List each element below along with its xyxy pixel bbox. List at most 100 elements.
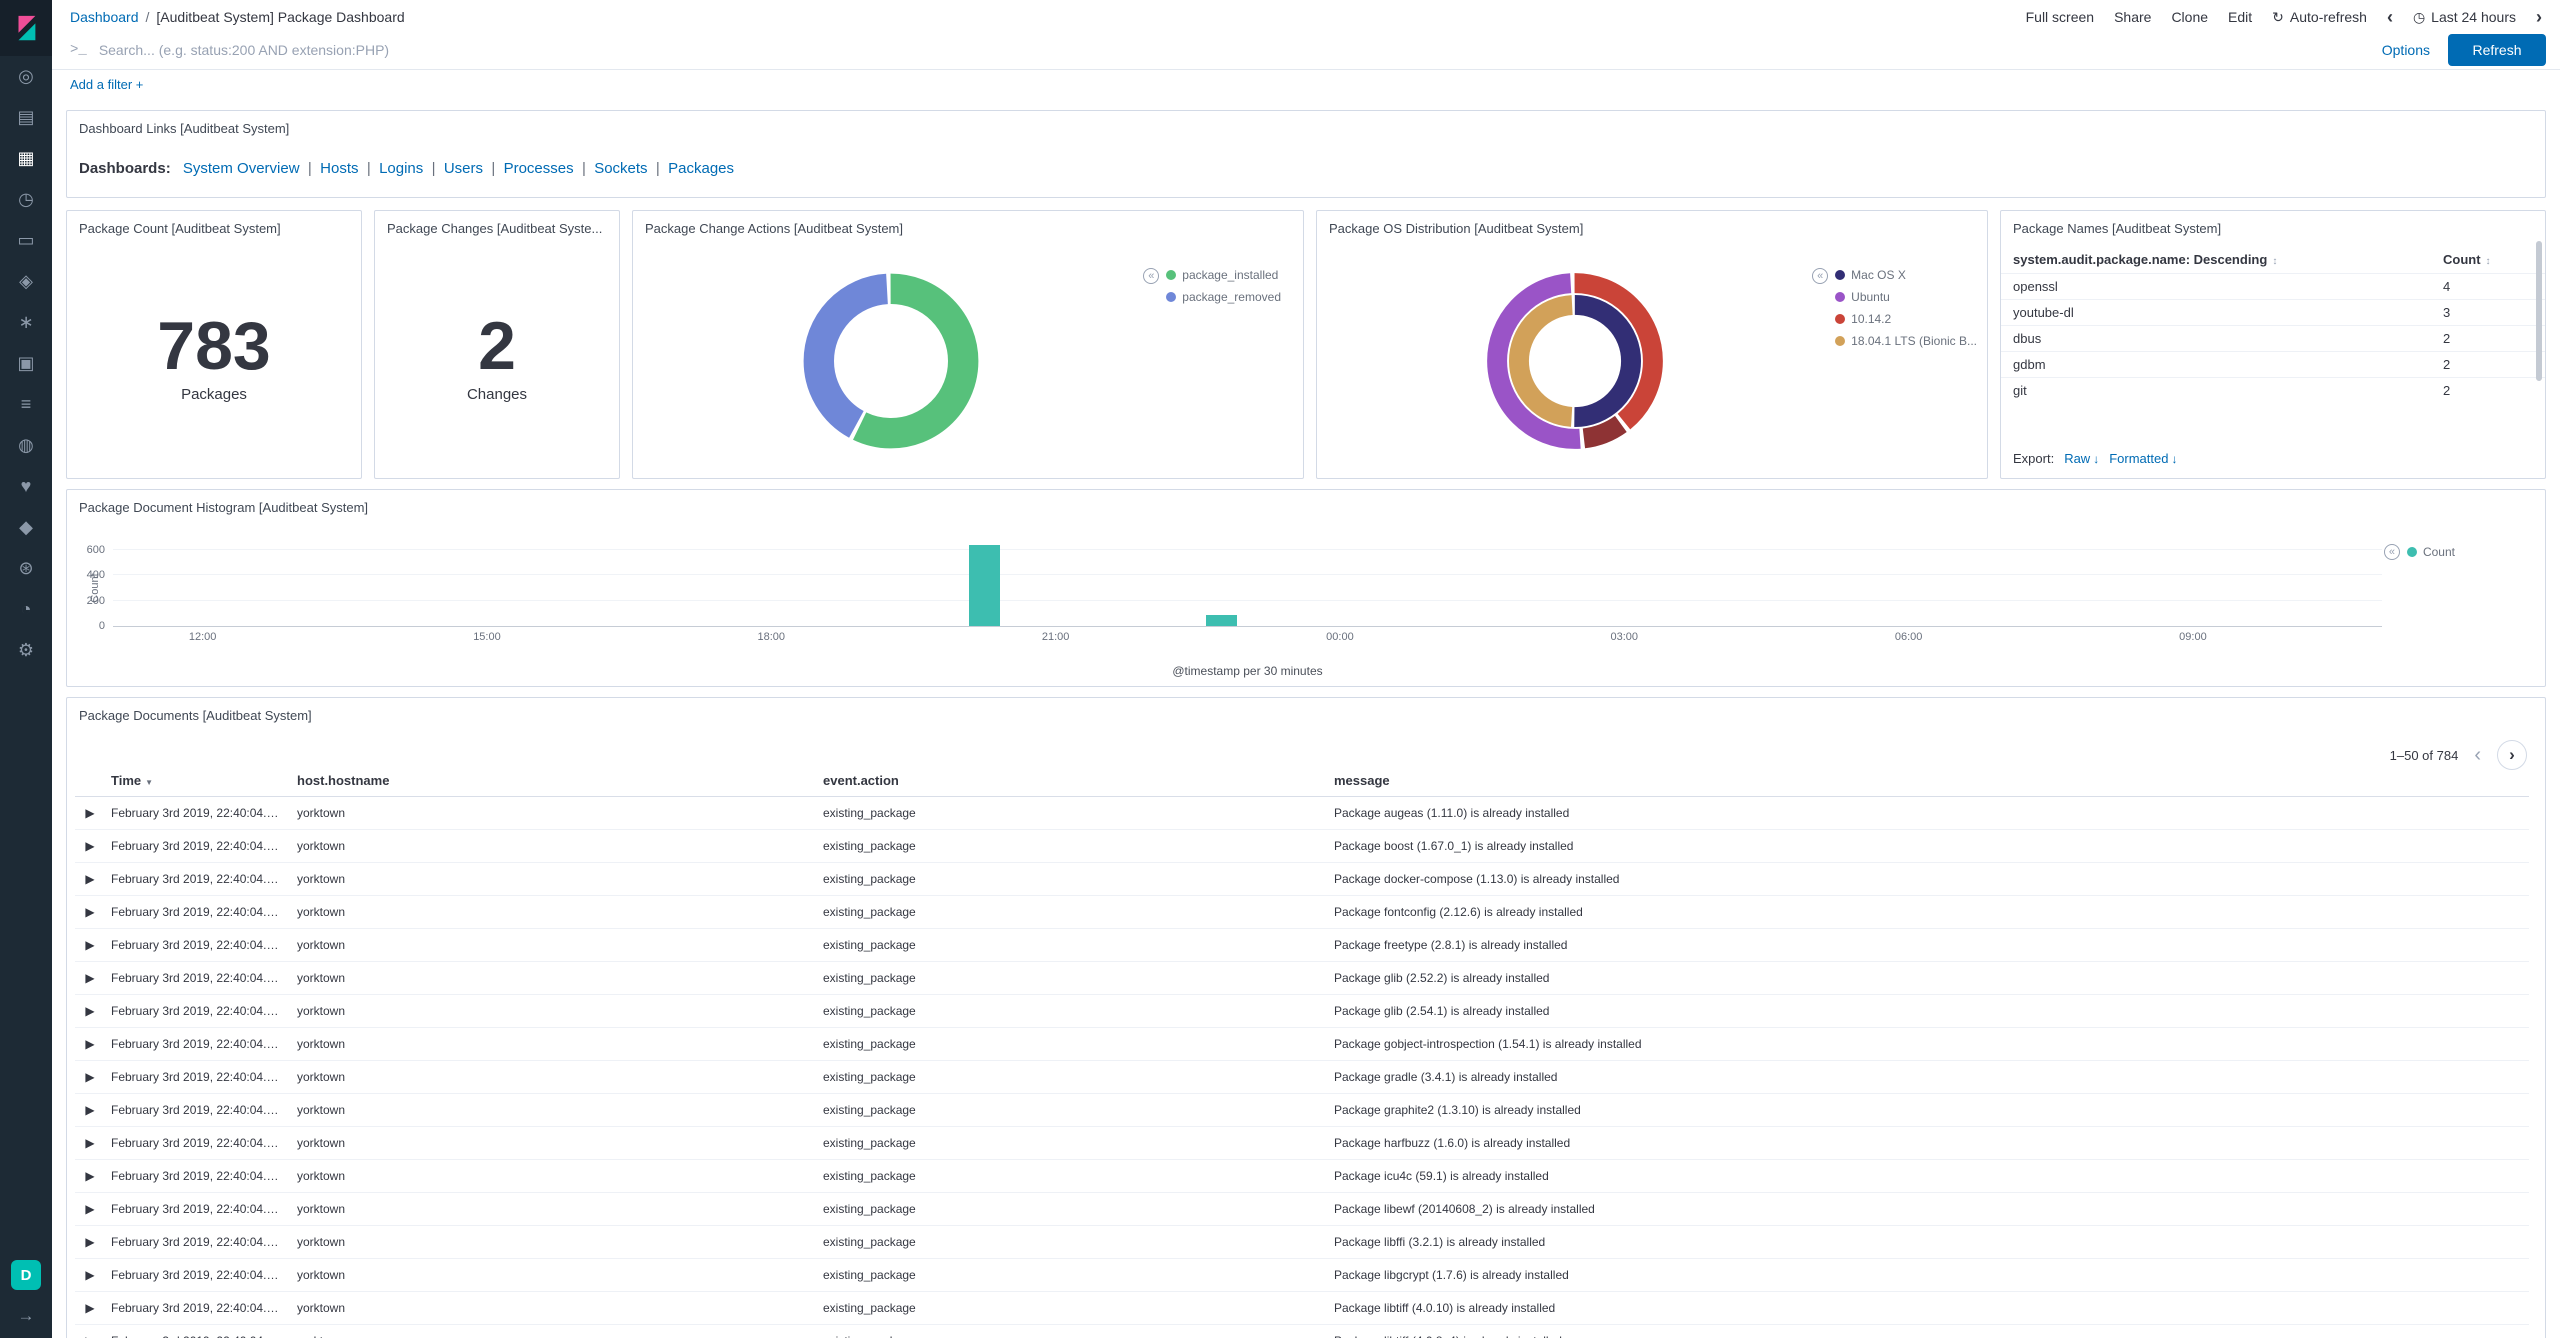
scrollbar-thumb[interactable] xyxy=(2536,241,2542,381)
dashboard-link-packages[interactable]: Packages xyxy=(668,160,734,177)
cell-hostname: yorktown xyxy=(291,994,817,1028)
time-forward-button[interactable]: › xyxy=(2536,8,2542,26)
legend-item-package-installed[interactable]: package_installed xyxy=(1166,268,1281,282)
legend-dot xyxy=(1835,270,1846,280)
package-name-row[interactable]: gdbm 2 xyxy=(2001,351,2545,377)
package-name-row[interactable]: dbus 2 xyxy=(2001,325,2545,351)
expand-row-button[interactable]: ▶ xyxy=(75,1159,105,1193)
dashboard-link-sockets[interactable]: Sockets xyxy=(594,160,668,177)
column-header-hostname[interactable]: host.hostname xyxy=(291,765,817,797)
expand-row-button[interactable]: ▶ xyxy=(75,1093,105,1127)
cell-hostname: yorktown xyxy=(291,1126,817,1160)
expand-row-button[interactable]: ▶ xyxy=(75,928,105,962)
expand-row-button[interactable]: ▶ xyxy=(75,829,105,863)
topmenu-clone[interactable]: Clone xyxy=(2171,9,2208,25)
legend-toggle-icon[interactable]: « xyxy=(1812,268,1829,284)
expand-row-button[interactable]: ▶ xyxy=(75,994,105,1028)
sidebar-item-graph[interactable]: ◆ xyxy=(0,507,52,548)
sidebar-item-logs[interactable]: ≡ xyxy=(0,384,52,425)
table-row: ▶ February 3rd 2019, 22:40:04.121 yorkto… xyxy=(75,862,2529,896)
pagination-next-button[interactable]: › xyxy=(2497,740,2527,770)
dashboard-link-processes[interactable]: Processes xyxy=(504,160,595,177)
export-formatted-link[interactable]: Formatted ↓ xyxy=(2109,451,2177,466)
histogram-bar[interactable] xyxy=(1206,614,1237,626)
legend-item-18-04-1-lts-bionic-b[interactable]: 18.04.1 LTS (Bionic B... xyxy=(1835,334,1977,348)
change-actions-donut-chart[interactable] xyxy=(796,266,986,456)
sidebar-item-apm[interactable]: ◍ xyxy=(0,425,52,466)
topmenu-share[interactable]: Share xyxy=(2114,9,2151,25)
legend-toggle-icon[interactable]: « xyxy=(2383,544,2400,560)
legend-item-count[interactable]: Count xyxy=(2406,545,2455,559)
options-link[interactable]: Options xyxy=(2382,42,2430,58)
sidebar-item-visualize[interactable]: ▤ xyxy=(0,97,52,138)
expand-row-button[interactable]: ▶ xyxy=(75,1291,105,1325)
legend-item-package-removed[interactable]: package_removed xyxy=(1166,290,1281,304)
sidebar-item-uptime[interactable]: ♥ xyxy=(0,466,52,507)
expand-row-button[interactable]: ▶ xyxy=(75,1324,105,1338)
expand-row-button[interactable]: ▶ xyxy=(75,1192,105,1226)
export-raw-link[interactable]: Raw ↓ xyxy=(2064,451,2099,466)
breadcrumb-dashboard-link[interactable]: Dashboard xyxy=(70,9,139,25)
expand-row-button[interactable]: ▶ xyxy=(75,1225,105,1259)
sidebar-item-monitoring[interactable]: ◔ xyxy=(0,589,52,630)
time-range-button[interactable]: ◷ Last 24 hours xyxy=(2413,9,2516,26)
sidebar-item-canvas[interactable]: ▭ xyxy=(0,220,52,261)
cell-time: February 3rd 2019, 22:40:04.121 xyxy=(105,1093,291,1127)
x-tick-label: 00:00 xyxy=(1326,631,1354,643)
legend-item-10-14-2[interactable]: 10.14.2 xyxy=(1835,312,1977,326)
topmenu-edit[interactable]: Edit xyxy=(2228,9,2252,25)
expand-row-button[interactable]: ▶ xyxy=(75,796,105,830)
legend-toggle-icon[interactable]: « xyxy=(1143,268,1160,284)
table-row: ▶ February 3rd 2019, 22:40:04.121 yorkto… xyxy=(75,1027,2529,1061)
app-icon: ⚙ xyxy=(17,640,35,660)
time-back-button[interactable]: ‹ xyxy=(2387,8,2393,26)
topmenu-full-screen[interactable]: Full screen xyxy=(2026,9,2094,25)
cell-time: February 3rd 2019, 22:40:04.121 xyxy=(105,1027,291,1061)
expand-row-button[interactable]: ▶ xyxy=(75,1258,105,1292)
expand-row-button[interactable]: ▶ xyxy=(75,1027,105,1061)
search-input[interactable] xyxy=(96,40,2364,59)
column-header-count[interactable]: Count ↕ xyxy=(2443,252,2533,267)
sidebar-item-infrastructure[interactable]: ▣ xyxy=(0,343,52,384)
sidebar-item-maps[interactable]: ◈ xyxy=(0,261,52,302)
panel-title: Package Changes [Auditbeat Syste... xyxy=(387,221,603,236)
sidebar-item-machine-learning[interactable]: ∗ xyxy=(0,302,52,343)
dashboard-link-logins[interactable]: Logins xyxy=(379,160,444,177)
legend-item-mac-os-x[interactable]: Mac OS X xyxy=(1835,268,1977,282)
package-name-row[interactable]: youtube-dl 3 xyxy=(2001,299,2545,325)
expand-row-button[interactable]: ▶ xyxy=(75,862,105,896)
pagination-prev-button[interactable]: ‹ xyxy=(2474,745,2481,765)
add-filter-link[interactable]: Add a filter + xyxy=(70,77,143,92)
dashboard-link-system-overview[interactable]: System Overview xyxy=(183,160,320,177)
expand-row-button[interactable]: ▶ xyxy=(75,961,105,995)
dashboard-link-users[interactable]: Users xyxy=(444,160,504,177)
sidebar-item-management[interactable]: ⚙ xyxy=(0,630,52,671)
space-avatar[interactable]: D xyxy=(11,1260,41,1290)
sidebar-item-dev-tools[interactable]: ⊛ xyxy=(0,548,52,589)
table-row: ▶ February 3rd 2019, 22:40:04.121 yorkto… xyxy=(75,1291,2529,1325)
auto-refresh-button[interactable]: ↻ Auto-refresh xyxy=(2272,9,2367,26)
expand-row-button[interactable]: ▶ xyxy=(75,1060,105,1094)
dashboard-link-hosts[interactable]: Hosts xyxy=(320,160,379,177)
sidebar-item-discover[interactable]: ◎ xyxy=(0,56,52,97)
export-label: Export: xyxy=(2013,451,2055,466)
x-tick-label: 06:00 xyxy=(1894,631,1923,643)
column-header-time[interactable]: Time ▼ xyxy=(105,765,291,797)
column-header-event-action[interactable]: event.action xyxy=(817,765,1328,797)
expand-row-button[interactable]: ▶ xyxy=(75,895,105,929)
histogram-bar[interactable] xyxy=(969,544,1000,626)
refresh-button[interactable]: Refresh xyxy=(2448,33,2546,66)
column-header-message[interactable]: message xyxy=(1328,765,2529,797)
cell-time: February 3rd 2019, 22:40:04.121 xyxy=(105,862,291,896)
sidebar-expand-icon[interactable]: → xyxy=(18,1306,35,1326)
column-header-name[interactable]: system.audit.package.name: Descending ↕ xyxy=(2013,252,2443,267)
legend-item-ubuntu[interactable]: Ubuntu xyxy=(1835,290,1977,304)
sidebar-item-timelion[interactable]: ◷ xyxy=(0,179,52,220)
sidebar-item-dashboard[interactable]: ▦ xyxy=(0,138,52,179)
metric-package-count: 783 Packages xyxy=(67,237,361,478)
kibana-logo[interactable] xyxy=(0,0,52,56)
os-distribution-donut-chart[interactable] xyxy=(1480,266,1670,456)
package-name-row[interactable]: git 2 xyxy=(2001,377,2545,403)
expand-row-button[interactable]: ▶ xyxy=(75,1126,105,1160)
package-name-row[interactable]: openssl 4 xyxy=(2001,273,2545,299)
